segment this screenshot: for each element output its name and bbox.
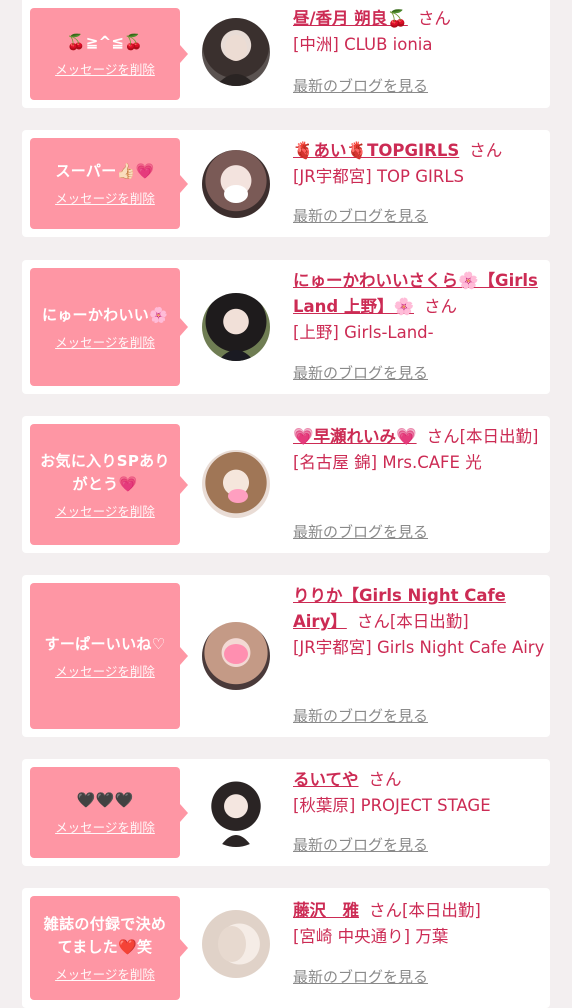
sender-info: りりか【Girls Night Cafe Airy】 さん[本日出勤] [JR宇都… [293,583,548,661]
shop-name: [中洲] CLUB ionia [293,35,433,54]
message-card: スーパー👍🏻💗 メッセージを削除 🫀あい🫀TOPGIRLS さん [JR宇都宮] … [22,130,550,237]
honorific: さん [424,297,457,316]
avatar-image [218,350,254,361]
delete-message-link[interactable]: メッセージを削除 [55,661,155,680]
avatar-image [218,926,246,962]
delete-message-link[interactable]: メッセージを削除 [55,964,155,983]
sender-name-link[interactable]: 昼/香月 朔良🍒 [293,9,408,28]
sender-name-link[interactable]: 藤沢 雅 [293,901,359,920]
honorific: さん [469,141,503,160]
latest-blog-link[interactable]: 最新のブログを見る [293,521,428,543]
message-bubble: お気に入りSPありがとう💗 メッセージを削除 [30,424,188,545]
shop-name: [上野] Girls-Land- [293,323,434,342]
message-bubble: 🖤🖤🖤 メッセージを削除 [30,767,188,858]
avatar[interactable] [202,910,270,978]
message-text: お気に入りSPありがとう💗 [40,451,170,493]
avatar[interactable] [202,18,270,86]
avatar-image [216,35,256,86]
message-bubble: スーパー👍🏻💗 メッセージを削除 [30,138,188,229]
honorific: さん [426,427,460,446]
delete-message-link[interactable]: メッセージを削除 [55,332,155,351]
sender-info: るいてや さん [秋葉原] PROJECT STAGE [293,767,548,819]
avatar[interactable] [202,150,270,218]
avatar-image [224,185,248,203]
message-bubble: にゅーかわいい🌸 メッセージを削除 [30,268,188,386]
message-text: にゅーかわいい🌸 [41,305,169,324]
honorific: さん [369,901,402,920]
message-text: すーぱーいいね♡ [44,634,166,653]
latest-blog-link[interactable]: 最新のブログを見る [293,205,428,227]
message-text: 雑誌の付録で決めてました❤️笑 [43,915,167,956]
delete-message-link[interactable]: メッセージを削除 [55,59,155,78]
latest-blog-link[interactable]: 最新のブログを見る [293,705,428,727]
message-text: 🖤🖤🖤 [76,791,134,809]
status-suffix: [本日出勤] [402,901,481,920]
sender-info: にゅーかわいいさくら🌸【Girls Land 上野】🌸 さん [上野] Girls… [293,268,548,346]
honorific: さん [368,770,402,789]
shop-name: [名古屋 錦] Mrs.CAFE 光 [293,453,482,472]
shop-name: [秋葉原] PROJECT STAGE [293,796,491,815]
message-text: 🍒≧^≦🍒 [66,32,144,51]
message-card: 🍒≧^≦🍒 メッセージを削除 昼/香月 朔良🍒 さん [中洲] CLUB ioni… [22,0,550,108]
avatar[interactable] [202,293,270,361]
avatar[interactable] [202,622,270,690]
message-bubble: 🍒≧^≦🍒 メッセージを削除 [30,8,188,100]
sender-info: 藤沢 雅さん[本日出勤] [宮崎 中央通り] 万葉 [293,898,548,950]
message-card: 🖤🖤🖤 メッセージを削除 るいてや さん [秋葉原] PROJECT STAGE … [22,759,550,866]
sender-info: 昼/香月 朔良🍒 さん [中洲] CLUB ionia [293,6,548,58]
shop-name: [宮崎 中央通り] 万葉 [293,927,449,946]
avatar[interactable] [202,779,270,847]
message-card: 雑誌の付録で決めてました❤️笑 メッセージを削除 藤沢 雅さん[本日出勤] [宮… [22,888,550,1008]
sender-name-link[interactable]: 🫀あい🫀TOPGIRLS [293,141,459,160]
shop-name: [JR宇都宮] TOP GIRLS [293,167,464,186]
latest-blog-link[interactable]: 最新のブログを見る [293,362,428,384]
avatar[interactable] [202,450,270,518]
latest-blog-link[interactable]: 最新のブログを見る [293,75,428,97]
avatar-image [224,644,248,664]
message-bubble: すーぱーいいね♡ メッセージを削除 [30,583,188,729]
delete-message-link[interactable]: メッセージを削除 [55,188,155,207]
avatar-image [220,835,252,847]
status-suffix: [本日出勤] [459,427,539,446]
sender-name-link[interactable]: にゅーかわいいさくら🌸【Girls Land 上野】🌸 [293,271,538,316]
shop-name: [JR宇都宮] Girls Night Cafe Airy [293,638,545,657]
sender-info: 💗早瀬れいみ💗 さん[本日出勤] [名古屋 錦] Mrs.CAFE 光 [293,424,548,476]
message-text: スーパー👍🏻💗 [55,162,155,180]
delete-message-link[interactable]: メッセージを削除 [55,501,155,520]
honorific: さん [417,9,451,28]
sender-name-link[interactable]: るいてや [293,770,359,789]
sender-info: 🫀あい🫀TOPGIRLS さん [JR宇都宮] TOP GIRLS [293,138,548,190]
honorific: さん [356,612,390,631]
sender-name-link[interactable]: 💗早瀬れいみ💗 [293,427,417,446]
message-card: にゅーかわいい🌸 メッセージを削除 にゅーかわいいさくら🌸【Girls Land… [22,260,550,394]
avatar-image [228,489,248,503]
message-card: すーぱーいいね♡ メッセージを削除 りりか【Girls Night Cafe A… [22,575,550,737]
message-bubble: 雑誌の付録で決めてました❤️笑 メッセージを削除 [30,896,188,1000]
status-suffix: [本日出勤] [389,612,469,631]
message-card: お気に入りSPありがとう💗 メッセージを削除 💗早瀬れいみ💗 さん[本日出勤] [… [22,416,550,553]
delete-message-link[interactable]: メッセージを削除 [55,817,155,836]
latest-blog-link[interactable]: 最新のブログを見る [293,834,428,856]
latest-blog-link[interactable]: 最新のブログを見る [293,966,428,988]
